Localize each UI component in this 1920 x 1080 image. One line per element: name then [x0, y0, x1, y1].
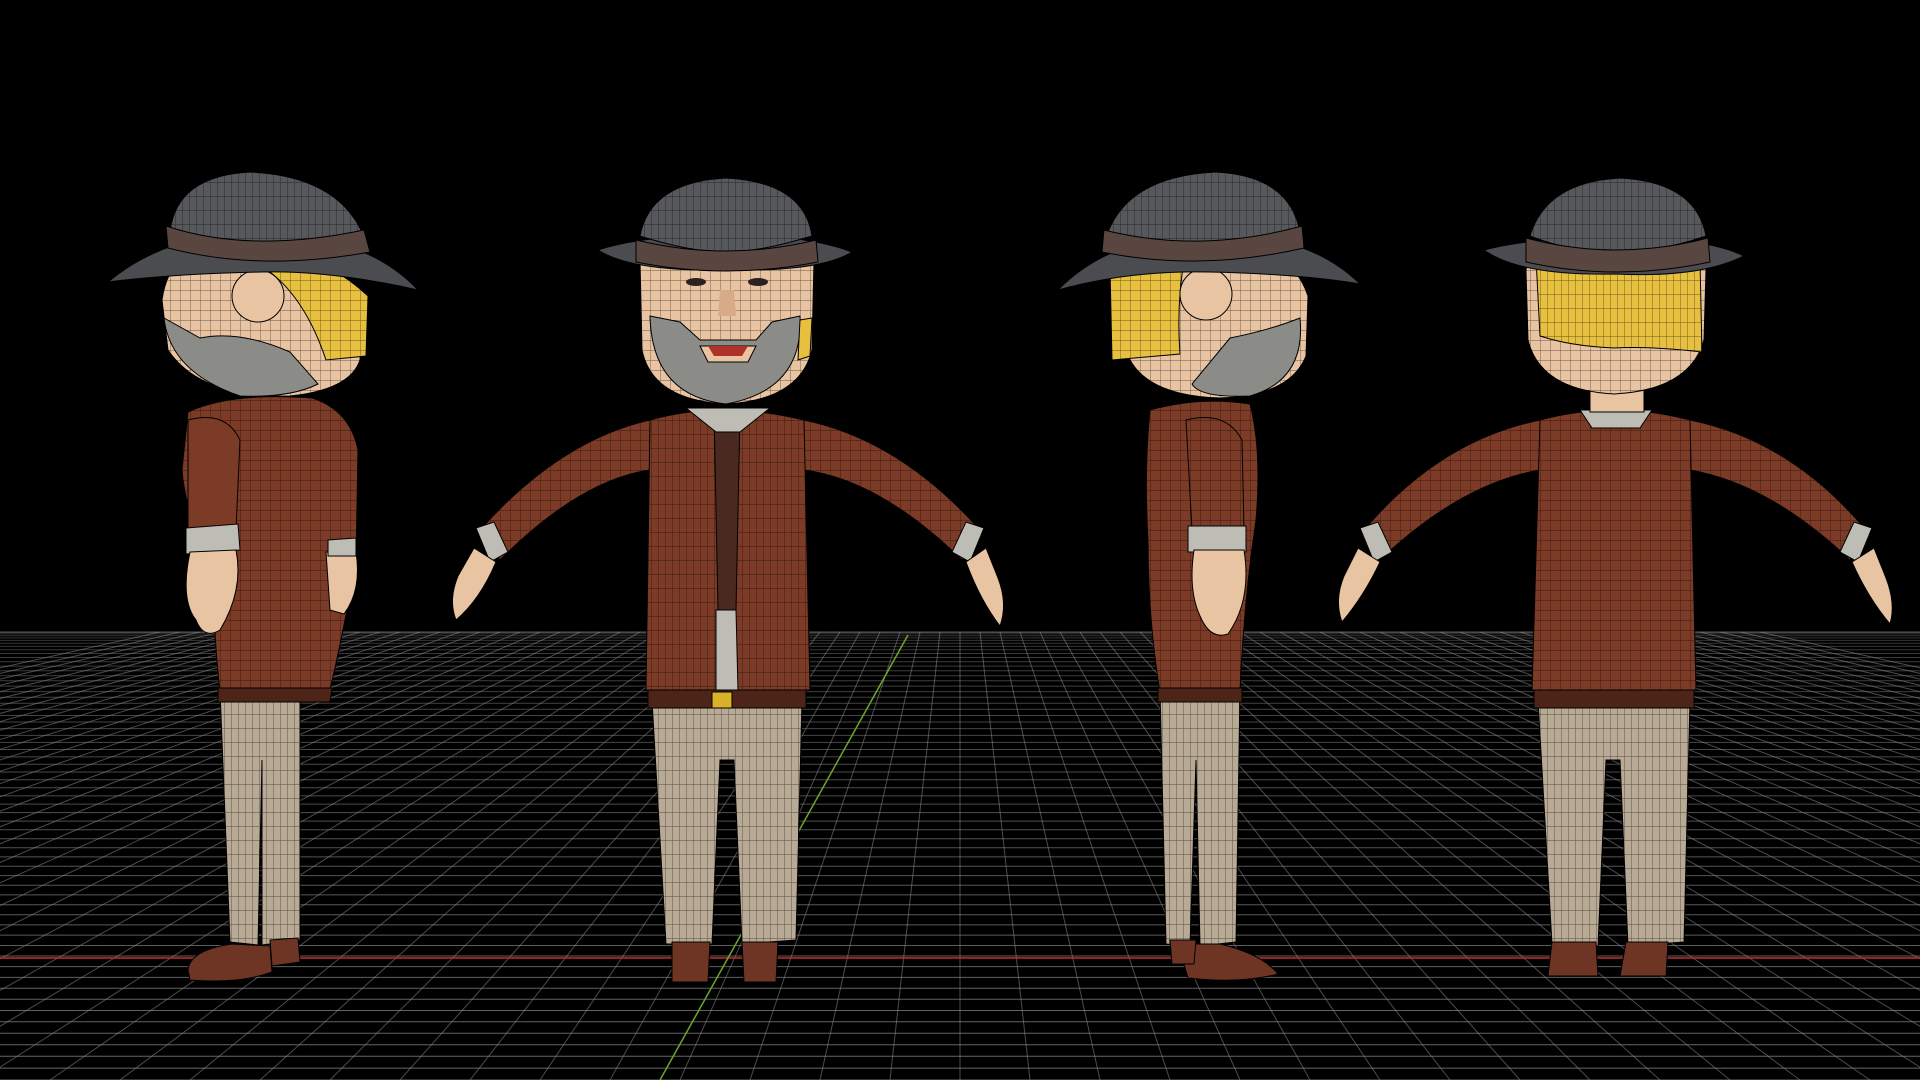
jacket-hem [217, 687, 333, 703]
far-cuff [327, 537, 357, 557]
right-eye [748, 278, 768, 286]
ear [1179, 267, 1233, 321]
3d-viewport[interactable] [0, 0, 1920, 1080]
hair-side [797, 317, 813, 361]
left-shoe [1169, 939, 1197, 965]
undershirt [715, 609, 739, 691]
left-shoe [671, 941, 711, 983]
pants-wire [1160, 690, 1240, 946]
nose [718, 290, 736, 316]
scene-canvas[interactable] [0, 0, 1920, 1080]
jacket-wire [1532, 410, 1696, 690]
jacket-hem [1157, 687, 1243, 703]
right-shoe [269, 937, 301, 967]
right-shoe [741, 941, 779, 983]
sleeve-cuff [1187, 525, 1247, 553]
arm-sleeve-wire [1186, 417, 1244, 530]
arm-sleeve [187, 417, 241, 531]
left-shoe [1547, 941, 1599, 977]
belt-buckle [711, 691, 733, 709]
left-eye [686, 278, 706, 286]
sleeve-cuff [185, 523, 241, 555]
shirt-placket [713, 411, 741, 611]
mouth [708, 346, 748, 356]
collar [1579, 409, 1653, 429]
right-shoe [1619, 941, 1669, 977]
pants-wire [220, 690, 300, 945]
ear [231, 269, 285, 323]
